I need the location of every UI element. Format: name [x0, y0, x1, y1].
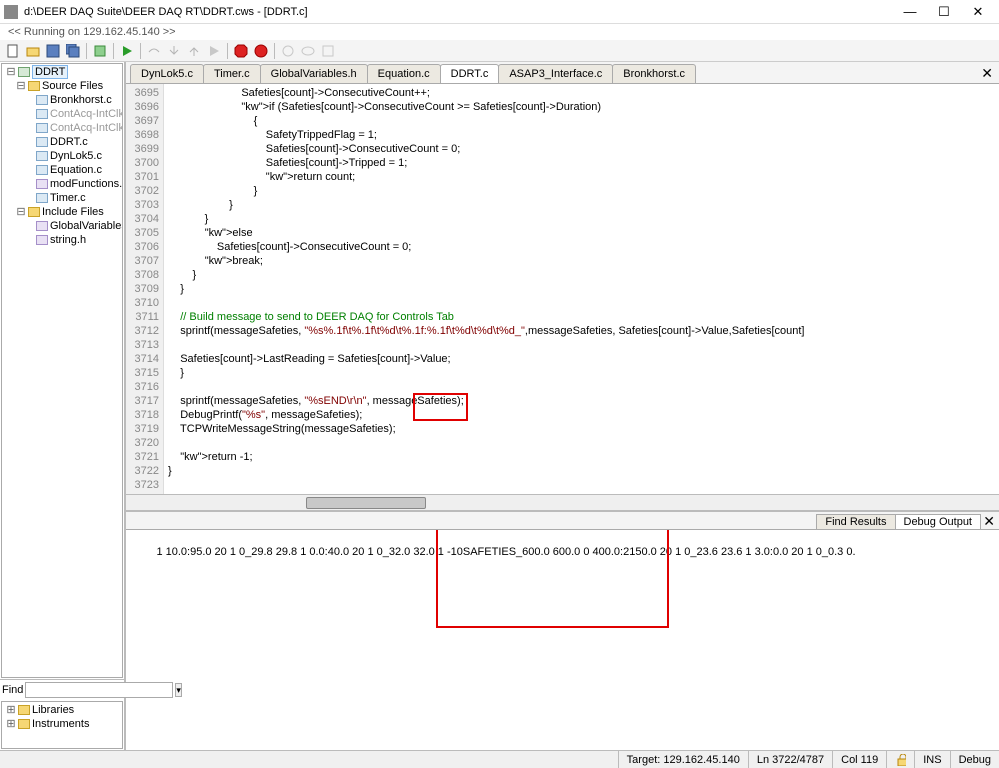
lock-icon: [895, 754, 906, 766]
toolbar: [0, 40, 999, 62]
project-tree[interactable]: ⊟DDRT ⊟Source Files Bronkhorst.cContAcq-…: [2, 64, 122, 248]
status-col: Col 119: [832, 751, 886, 768]
instruments-folder[interactable]: Instruments: [32, 718, 89, 730]
status-line: Ln 3722/4787: [748, 751, 832, 768]
status-bar: Target: 129.162.45.140 Ln 3722/4787 Col …: [0, 750, 999, 768]
run-icon[interactable]: [118, 42, 136, 60]
minimize-button[interactable]: —: [893, 0, 927, 24]
source-file[interactable]: DynLok5.c: [50, 150, 102, 162]
window-title: d:\DEER DAQ Suite\DEER DAQ RT\DDRT.cws -…: [24, 6, 893, 18]
output-tabs: Find Results Debug Output ✕: [126, 512, 999, 530]
editor-tab[interactable]: Equation.c: [367, 64, 441, 83]
save-all-icon[interactable]: [64, 42, 82, 60]
close-button[interactable]: ✕: [961, 0, 995, 24]
output-close-icon[interactable]: ✕: [983, 513, 995, 530]
continue-icon[interactable]: [205, 42, 223, 60]
editor-tab[interactable]: Timer.c: [203, 64, 261, 83]
editor-tab[interactable]: DynLok5.c: [130, 64, 204, 83]
save-icon[interactable]: [44, 42, 62, 60]
source-file[interactable]: modFunctions.h: [50, 178, 123, 190]
variables-icon[interactable]: [319, 42, 337, 60]
terminate-icon[interactable]: [252, 42, 270, 60]
project-root[interactable]: DDRT: [32, 65, 68, 79]
step-into-icon[interactable]: [165, 42, 183, 60]
source-file[interactable]: ContAcq-IntClk: [50, 122, 123, 134]
stop-icon[interactable]: [232, 42, 250, 60]
editor-tab[interactable]: Bronkhorst.c: [612, 64, 696, 83]
status-ins[interactable]: INS: [914, 751, 949, 768]
editor-tab[interactable]: ASAP3_Interface.c: [498, 64, 613, 83]
include-file[interactable]: GlobalVariables.: [50, 220, 123, 232]
tab-close-icon[interactable]: ✕: [981, 65, 993, 82]
output-tab-find[interactable]: Find Results: [816, 514, 895, 529]
highlight-box-2: [436, 530, 669, 628]
find-label: Find: [2, 684, 23, 696]
breakpoint-icon[interactable]: [279, 42, 297, 60]
source-files-folder[interactable]: Source Files: [42, 80, 103, 92]
build-icon[interactable]: [91, 42, 109, 60]
project-sidebar: ⊟DDRT ⊟Source Files Bronkhorst.cContAcq-…: [0, 62, 126, 750]
new-file-icon[interactable]: [4, 42, 22, 60]
maximize-button[interactable]: ☐: [927, 0, 961, 24]
code-editor[interactable]: 3695 3696 3697 3698 3699 3700 3701 3702 …: [126, 84, 999, 494]
running-status: << Running on 129.162.45.140 >>: [0, 24, 999, 40]
editor-tab[interactable]: DDRT.c: [440, 64, 500, 83]
source-file[interactable]: ContAcq-IntClk-A: [50, 108, 123, 120]
source-file[interactable]: Bronkhorst.c: [50, 94, 112, 106]
app-icon: [4, 5, 18, 19]
line-gutter: 3695 3696 3697 3698 3699 3700 3701 3702 …: [126, 84, 164, 494]
debug-output[interactable]: 1 10.0:95.0 20 1 0_29.8 29.8 1 0.0:40.0 …: [126, 530, 999, 750]
watch-icon[interactable]: [299, 42, 317, 60]
include-files-folder[interactable]: Include Files: [42, 206, 104, 218]
source-file[interactable]: Timer.c: [50, 192, 86, 204]
horizontal-scrollbar[interactable]: [126, 494, 999, 510]
status-mode[interactable]: Debug: [950, 751, 999, 768]
open-file-icon[interactable]: [24, 42, 42, 60]
output-tab-debug[interactable]: Debug Output: [895, 514, 982, 529]
editor-tabs: DynLok5.cTimer.cGlobalVariables.hEquatio…: [126, 62, 999, 84]
status-target: Target: 129.162.45.140: [618, 751, 748, 768]
step-over-icon[interactable]: [145, 42, 163, 60]
include-file[interactable]: string.h: [50, 234, 86, 246]
editor-tab[interactable]: GlobalVariables.h: [260, 64, 368, 83]
libraries-folder[interactable]: Libraries: [32, 704, 74, 716]
source-file[interactable]: Equation.c: [50, 164, 102, 176]
source-file[interactable]: DDRT.c: [50, 136, 88, 148]
step-out-icon[interactable]: [185, 42, 203, 60]
